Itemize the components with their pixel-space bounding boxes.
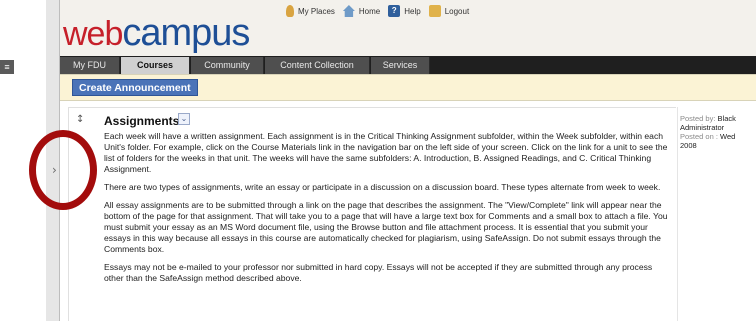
webcampus-logo[interactable]: webcampus [63,12,250,54]
logout-link[interactable]: Logout [428,5,470,17]
my-places-label: My Places [298,6,335,16]
tab-courses[interactable]: Courses [121,57,190,74]
posted-by-label: Posted by: [680,114,716,123]
drag-handle-icon[interactable]: ↕ [76,114,84,125]
expand-arrow-icon[interactable]: › [52,163,57,177]
tab-my-fdu[interactable]: My FDU [60,57,120,74]
help-link[interactable]: ? Help [388,5,421,17]
posted-on-line2: 2008 [680,141,697,150]
tab-content-collection[interactable]: Content Collection [265,57,370,74]
posted-by-value: Black [717,114,736,123]
help-label: Help [404,6,421,16]
home-label: Home [358,6,381,16]
item-body: Each week will have a written assignment… [104,131,674,291]
frame-toggle-icon[interactable]: ≡ [0,60,14,74]
home-link[interactable]: Home [342,5,381,17]
body-paragraph: Essays may not be e-mailed to your profe… [104,262,653,283]
posted-by-line2: Administrator [680,123,725,132]
utility-nav: My Places Home ? Help Logout [286,5,477,17]
logo-web-text: web [63,15,123,53]
create-announcement-button[interactable]: Create Announcement [72,79,198,96]
post-meta: Posted by: Black Administrator Posted on… [680,114,756,150]
tab-community[interactable]: Community [191,57,264,74]
side-panel-collapse-bar[interactable] [46,0,60,321]
logo-campus-text: campus [122,12,250,54]
help-icon: ? [388,5,401,17]
body-paragraph: Each week will have a written assignment… [104,131,668,174]
tab-services[interactable]: Services [371,57,430,74]
item-title: Assignments [104,114,180,128]
places-icon [286,5,294,17]
posted-on-value: Wed [720,132,736,141]
home-icon [342,5,355,17]
body-paragraph: There are two types of assignments, writ… [104,182,661,192]
logout-label: Logout [444,6,470,16]
posted-on-label: Posted on : [680,132,718,141]
body-paragraph: All essay assignments are to be submitte… [104,200,668,254]
logout-icon [428,5,441,17]
item-options-chevron-icon[interactable]: ⌄ [178,113,190,125]
my-places-link[interactable]: My Places [286,5,335,17]
